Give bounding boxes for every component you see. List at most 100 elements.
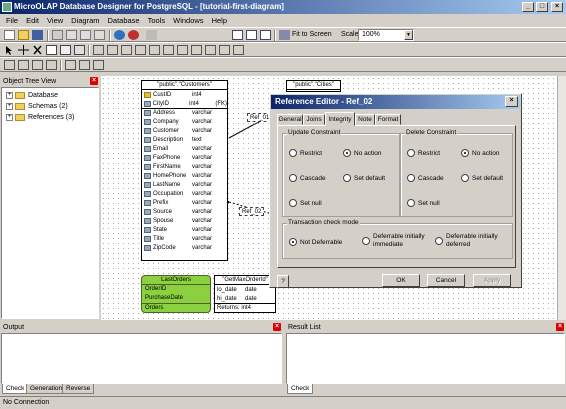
menu-view[interactable]: View bbox=[43, 16, 67, 25]
tab-joins[interactable]: Joins bbox=[303, 114, 325, 125]
copy-icon[interactable] bbox=[80, 30, 91, 40]
tab-format[interactable]: Format bbox=[375, 114, 401, 125]
help-button[interactable]: ? bbox=[277, 275, 289, 288]
globe-icon[interactable] bbox=[114, 30, 125, 40]
tab-check[interactable]: Check bbox=[2, 384, 29, 394]
update-no-action-radio[interactable]: No action bbox=[343, 149, 381, 157]
customers-entity[interactable]: "public"."Customers" CustID int4 CityID int… bbox=[141, 80, 228, 261]
menu-database[interactable]: Database bbox=[104, 16, 144, 25]
update-set-default-radio[interactable]: Set default bbox=[343, 174, 385, 182]
menu-edit[interactable]: Edit bbox=[22, 16, 43, 25]
table-row[interactable]: CityID int4 (FK) bbox=[142, 99, 227, 108]
table-tool-icon[interactable] bbox=[46, 45, 57, 55]
delete-set-null-radio[interactable]: Set null bbox=[407, 199, 440, 207]
tree-item-references[interactable]: + References (3) bbox=[6, 112, 74, 122]
tab-result-check[interactable]: Check bbox=[287, 384, 314, 394]
deferrable-immediate-radio[interactable]: Deferrable initially immediate bbox=[362, 233, 440, 249]
delete-set-default-radio[interactable]: Set default bbox=[461, 174, 503, 182]
find-icon[interactable] bbox=[146, 30, 157, 40]
chevron-down-icon[interactable]: ▼ bbox=[404, 30, 413, 40]
menu-diagram[interactable]: Diagram bbox=[67, 16, 103, 25]
table-row[interactable]: FaxPhone varchar bbox=[142, 153, 227, 162]
align-icon-4[interactable] bbox=[135, 45, 146, 55]
align-icon-1[interactable] bbox=[93, 45, 104, 55]
view-icon-2[interactable] bbox=[246, 30, 257, 40]
tree-item-schemas[interactable]: + Schemas (2) bbox=[6, 101, 68, 111]
align-icon-6[interactable] bbox=[163, 45, 174, 55]
close-icon[interactable]: × bbox=[556, 323, 564, 331]
procedure-tool-icon[interactable] bbox=[74, 45, 85, 55]
table-row[interactable]: CustID int4 bbox=[142, 90, 227, 99]
table-row[interactable]: ZipCode varchar bbox=[142, 243, 227, 252]
apply-button[interactable]: Apply bbox=[473, 274, 511, 287]
dialog-close-button[interactable]: × bbox=[505, 96, 518, 107]
open-icon[interactable] bbox=[18, 30, 29, 40]
delete-no-action-radio[interactable]: No action bbox=[461, 149, 499, 157]
close-icon[interactable]: × bbox=[90, 77, 98, 85]
ok-button[interactable]: OK bbox=[382, 274, 420, 287]
canvas-scrollbar[interactable] bbox=[557, 76, 566, 320]
table-row[interactable]: Prefix varchar bbox=[142, 198, 227, 207]
update-set-null-radio[interactable]: Set null bbox=[289, 199, 322, 207]
table-row[interactable]: FirstName varchar bbox=[142, 162, 227, 171]
close-button[interactable]: × bbox=[551, 2, 563, 12]
not-deferrable-radio[interactable]: Not Deferrable bbox=[289, 238, 342, 246]
table-row[interactable]: Source varchar bbox=[142, 207, 227, 216]
cancel-button[interactable]: Cancel bbox=[427, 274, 465, 287]
close-icon[interactable]: × bbox=[273, 323, 281, 331]
align-icon-9[interactable] bbox=[205, 45, 216, 55]
table-row[interactable]: Occupation varchar bbox=[142, 189, 227, 198]
align-icon-10[interactable] bbox=[219, 45, 230, 55]
update-restrict-radio[interactable]: Restrict bbox=[289, 149, 322, 157]
tab-reverse[interactable]: Reverse bbox=[62, 384, 95, 394]
menu-tools[interactable]: Tools bbox=[144, 16, 170, 25]
maximize-button[interactable]: □ bbox=[536, 2, 548, 12]
align-icon-11[interactable] bbox=[233, 45, 244, 55]
table-row[interactable]: Spouse varchar bbox=[142, 216, 227, 225]
menu-windows[interactable]: Windows bbox=[169, 16, 207, 25]
new-icon[interactable] bbox=[4, 30, 15, 40]
lastorders-view[interactable]: LastOrders OrderID PurchaseDate Orders bbox=[141, 275, 211, 313]
table-row[interactable]: Address varchar bbox=[142, 108, 227, 117]
table-row[interactable]: Customer varchar bbox=[142, 126, 227, 135]
ref-02-label[interactable]: Ref_02 bbox=[239, 207, 265, 216]
tree-item-database[interactable]: + Database bbox=[6, 90, 58, 100]
table-row[interactable]: Email varchar bbox=[142, 144, 227, 153]
tab-note[interactable]: Note bbox=[355, 114, 375, 125]
menu-file[interactable]: File bbox=[2, 16, 22, 25]
delete-icon[interactable] bbox=[32, 45, 43, 55]
table-row[interactable]: LastName varchar bbox=[142, 180, 227, 189]
deferrable-deferred-radio[interactable]: Deferrable initially deferred bbox=[435, 233, 513, 249]
scale-select[interactable]: 100% ▼ bbox=[358, 29, 414, 41]
table-row[interactable]: HomePhone varchar bbox=[142, 171, 227, 180]
stop-icon[interactable] bbox=[128, 30, 139, 40]
fit-to-screen-icon[interactable] bbox=[279, 30, 290, 40]
layout-icon-2[interactable] bbox=[18, 60, 29, 70]
table-row[interactable]: State varchar bbox=[142, 225, 227, 234]
cities-entity[interactable]: "public"."Cities" bbox=[286, 80, 341, 92]
table-row[interactable]: Title varchar bbox=[142, 234, 227, 243]
view-icon-3[interactable] bbox=[260, 30, 271, 40]
minimize-button[interactable]: _ bbox=[522, 2, 534, 12]
layout-icon-7[interactable] bbox=[93, 60, 104, 70]
align-icon-7[interactable] bbox=[177, 45, 188, 55]
table-row[interactable]: Company varchar bbox=[142, 117, 227, 126]
tab-generation[interactable]: Generation bbox=[26, 384, 67, 394]
fit-to-screen-label[interactable]: Fit to Screen bbox=[292, 31, 332, 38]
menu-help[interactable]: Help bbox=[208, 16, 231, 25]
layout-icon-3[interactable] bbox=[32, 60, 43, 70]
align-icon-3[interactable] bbox=[121, 45, 132, 55]
layout-icon-4[interactable] bbox=[46, 60, 57, 70]
layout-icon-6[interactable] bbox=[79, 60, 90, 70]
layout-icon-5[interactable] bbox=[65, 60, 76, 70]
cut-icon[interactable] bbox=[66, 30, 77, 40]
delete-restrict-radio[interactable]: Restrict bbox=[407, 149, 440, 157]
view-tool-icon[interactable] bbox=[60, 45, 71, 55]
view-icon-1[interactable] bbox=[232, 30, 243, 40]
getmaxorderid-procedure[interactable]: "GetMaxOrderId" lo_date date hi_date date … bbox=[214, 275, 276, 313]
align-icon-5[interactable] bbox=[149, 45, 160, 55]
align-icon-2[interactable] bbox=[107, 45, 118, 55]
paste-icon[interactable] bbox=[94, 30, 105, 40]
save-icon[interactable] bbox=[32, 30, 43, 40]
update-cascade-radio[interactable]: Cascade bbox=[289, 174, 326, 182]
